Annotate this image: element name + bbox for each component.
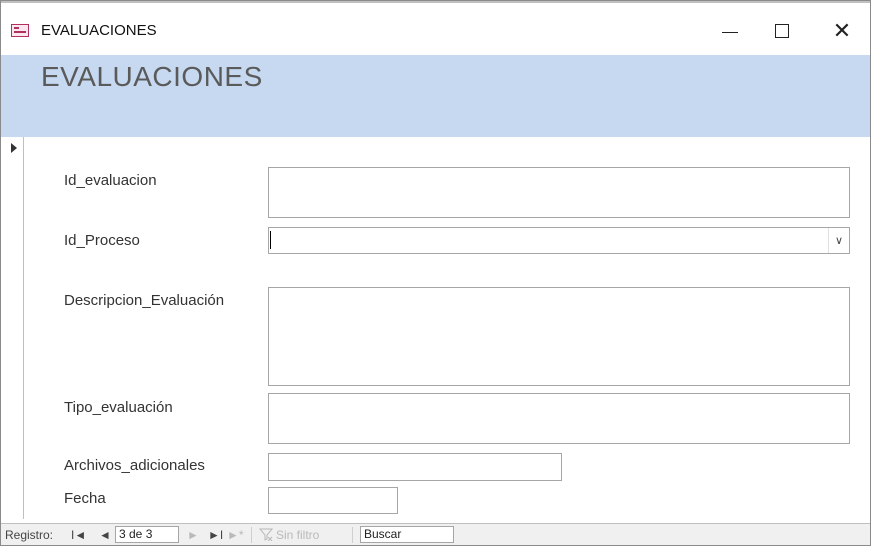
record-navigation-bar: Registro: I◄ ◄ 3 de 3 ► ►I ►* Sin filtro… xyxy=(1,523,870,545)
close-icon: ✕ xyxy=(832,18,852,43)
minimize-button[interactable] xyxy=(714,19,744,43)
fecha-label: Fecha xyxy=(64,490,106,507)
close-button[interactable]: ✕ xyxy=(827,19,857,43)
archivos-field[interactable] xyxy=(268,453,562,481)
archivos-label: Archivos_adicionales xyxy=(64,457,205,474)
fecha-field[interactable] xyxy=(268,487,398,514)
current-record-input[interactable]: 3 de 3 xyxy=(115,526,179,543)
filter-toggle-button[interactable]: Sin filtro xyxy=(276,527,319,543)
id-proceso-label: Id_Proceso xyxy=(64,232,140,249)
minimize-icon xyxy=(722,32,738,33)
form-header: EVALUACIONES xyxy=(1,55,870,137)
maximize-button[interactable] xyxy=(765,19,795,43)
descripcion-field[interactable] xyxy=(268,287,850,386)
nav-separator xyxy=(251,527,252,543)
id-evaluacion-field[interactable] xyxy=(268,167,850,218)
current-record-arrow-icon xyxy=(11,143,17,153)
access-form-window: EVALUACIONES ✕ EVALUACIONES Id_evaluacio… xyxy=(0,0,871,546)
first-record-button[interactable]: I◄ xyxy=(71,527,86,543)
registro-label: Registro: xyxy=(5,528,54,542)
maximize-icon xyxy=(775,24,789,38)
chevron-down-icon[interactable]: ∨ xyxy=(828,228,849,253)
previous-record-button[interactable]: ◄ xyxy=(99,527,111,543)
search-input[interactable]: Buscar xyxy=(360,526,454,543)
form-icon xyxy=(11,24,29,37)
id-proceso-combobox[interactable]: ∨ xyxy=(268,227,850,254)
new-record-button[interactable]: ►* xyxy=(227,527,244,543)
text-cursor xyxy=(270,231,271,249)
next-record-button[interactable]: ► xyxy=(187,527,199,543)
title-bar: EVALUACIONES ✕ xyxy=(1,1,870,57)
record-selector[interactable] xyxy=(7,137,24,519)
nav-separator xyxy=(352,527,353,543)
tipo-evaluacion-label: Tipo_evaluación xyxy=(64,399,173,416)
tipo-evaluacion-field[interactable] xyxy=(268,393,850,444)
last-record-button[interactable]: ►I xyxy=(208,527,223,543)
window-title: EVALUACIONES xyxy=(41,22,157,39)
descripcion-label: Descripcion_Evaluación xyxy=(64,292,225,309)
id-evaluacion-label: Id_evaluacion xyxy=(64,172,157,189)
form-heading: EVALUACIONES xyxy=(41,61,263,92)
filter-icon xyxy=(258,527,274,543)
